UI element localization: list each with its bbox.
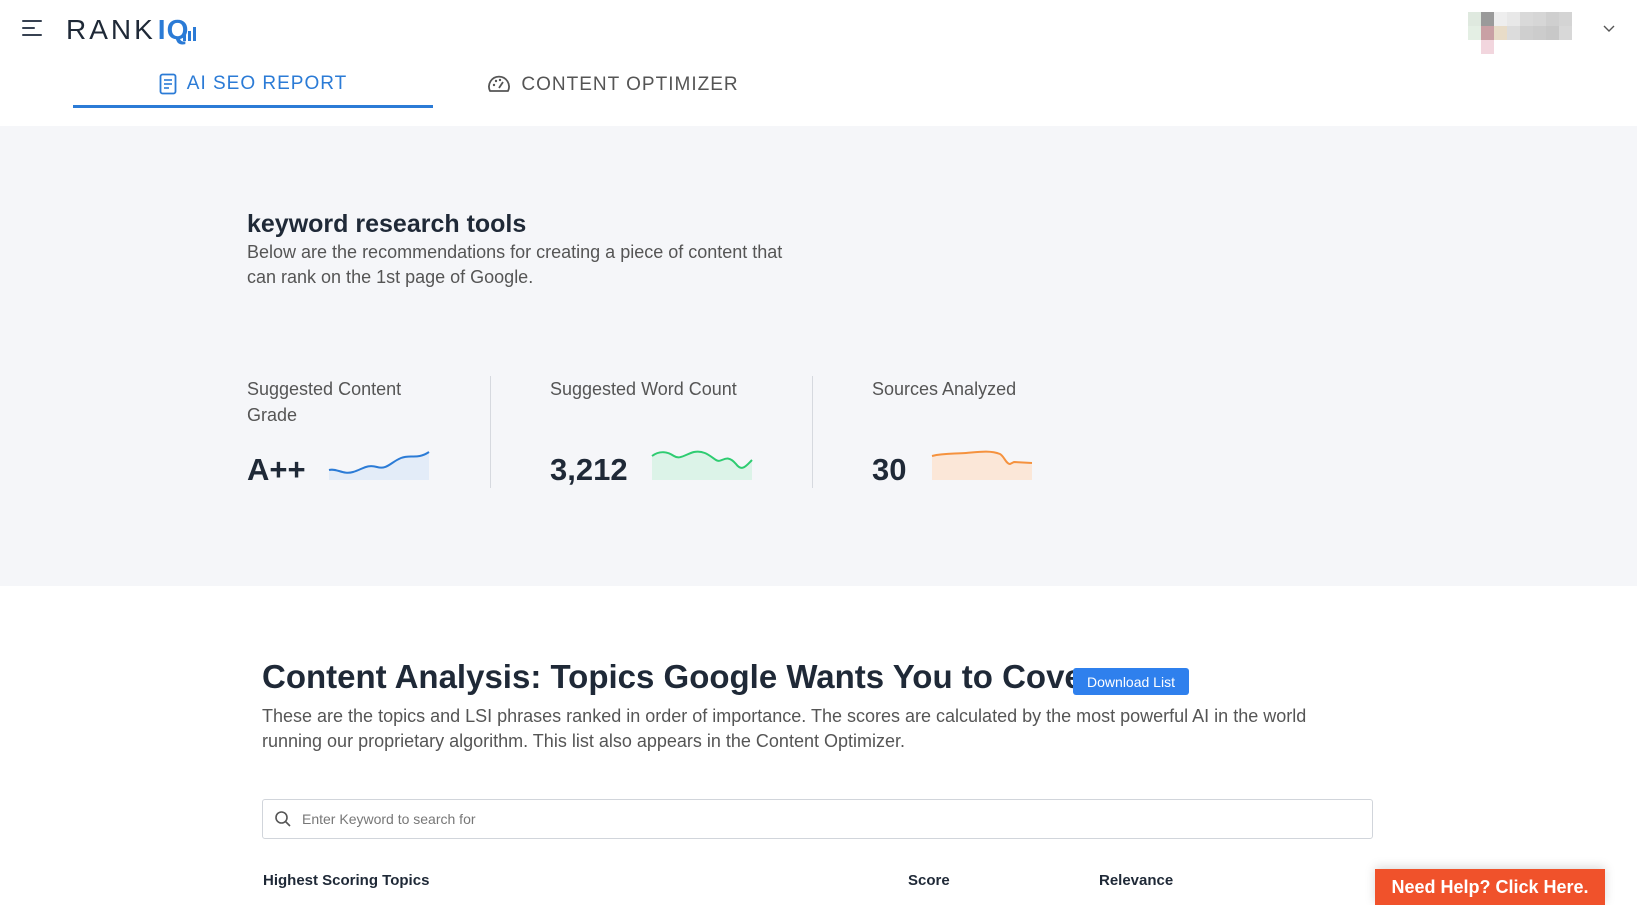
chevron-down-icon[interactable] xyxy=(1601,20,1617,36)
content-analysis-description: These are the topics and LSI phrases ran… xyxy=(262,706,1307,751)
avatar[interactable] xyxy=(1468,12,1600,56)
column-header-score[interactable]: Score xyxy=(908,872,950,889)
tab-bar: AI SEO REPORT CONTENT OPTIMIZER xyxy=(73,62,793,108)
metric-value: 30 xyxy=(872,452,907,487)
keyword-title: keyword research tools xyxy=(247,210,527,238)
metric-divider xyxy=(490,376,491,488)
sparkline-sources xyxy=(931,450,1033,480)
metric-content-grade: Suggested Content Grade A++ xyxy=(247,376,437,487)
metric-word-count: Suggested Word Count 3,212 xyxy=(550,376,753,487)
logo-text: RANK xyxy=(66,14,156,45)
metric-label: Suggested Content Grade xyxy=(247,379,402,425)
menu-icon[interactable] xyxy=(22,20,46,38)
content-analysis-title: Content Analysis: Topics Google Wants Yo… xyxy=(262,658,1096,695)
search-icon xyxy=(275,811,291,827)
tab-ai-seo-report[interactable]: AI SEO REPORT xyxy=(73,62,433,108)
column-header-topics[interactable]: Highest Scoring Topics xyxy=(263,872,429,889)
help-button[interactable]: Need Help? Click Here. xyxy=(1375,869,1605,905)
tab-label: AI SEO REPORT xyxy=(186,72,348,94)
logo-chart-icon xyxy=(183,27,197,41)
search-input[interactable] xyxy=(302,811,1302,827)
sparkline-word-count xyxy=(651,450,753,480)
app-header: RANK IQ AI SEO REPORT CONTENT OPTIMIZER xyxy=(0,0,1637,126)
summary-section: keyword research tools Below are the rec… xyxy=(0,126,1637,586)
report-icon xyxy=(159,73,177,94)
column-header-relevance[interactable]: Relevance xyxy=(1099,872,1173,889)
download-list-button[interactable]: Download List xyxy=(1073,668,1189,695)
sparkline-grade xyxy=(328,451,430,480)
metric-sources: Sources Analyzed 30 xyxy=(872,376,1062,487)
speedometer-icon xyxy=(488,75,511,92)
search-box xyxy=(262,799,1373,839)
metric-value: A++ xyxy=(247,452,306,487)
metric-divider xyxy=(812,376,813,488)
metric-label: Sources Analyzed xyxy=(872,379,1017,399)
tab-content-optimizer[interactable]: CONTENT OPTIMIZER xyxy=(433,62,793,108)
keyword-description: Below are the recommendations for creati… xyxy=(247,242,783,287)
metric-value: 3,212 xyxy=(550,452,628,487)
logo[interactable]: RANK IQ xyxy=(66,14,199,46)
tab-label: CONTENT OPTIMIZER xyxy=(521,74,739,95)
metric-label: Suggested Word Count xyxy=(550,379,737,399)
